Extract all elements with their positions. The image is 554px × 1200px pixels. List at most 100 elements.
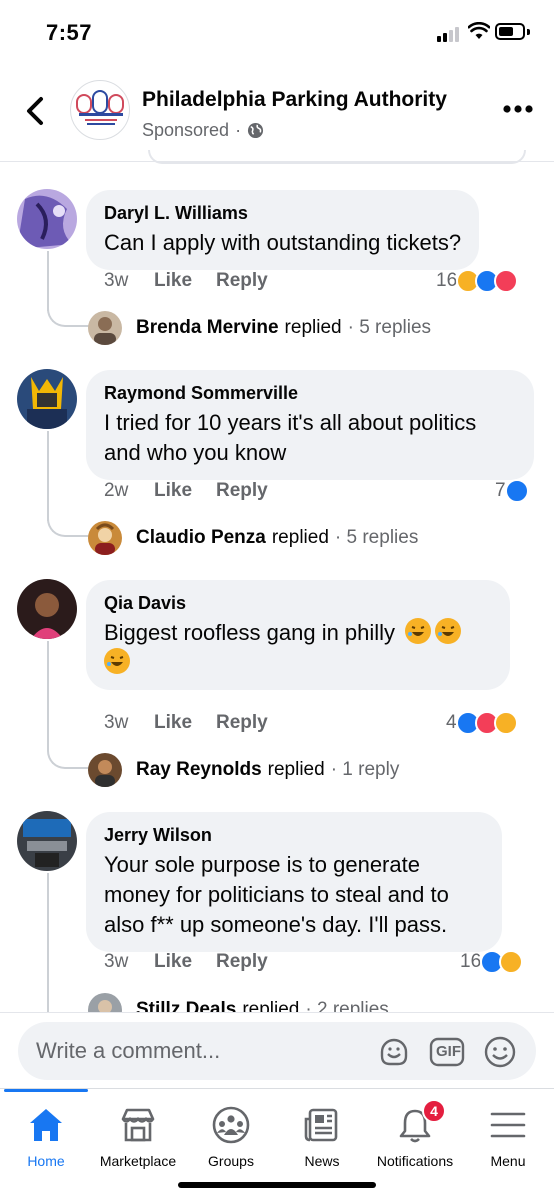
tab-news[interactable]: News [282,1089,362,1175]
comment-actions: 2w Like Reply [104,480,268,502]
page-name[interactable]: Philadelphia Parking Authority [142,88,447,112]
like-button[interactable]: Like [154,712,216,734]
menu-icon [490,1112,526,1138]
like-button[interactable]: Like [154,270,216,292]
comment-age: 3w [104,270,129,291]
tab-label: Marketplace [99,1153,177,1169]
comments-list[interactable]: Daryl L. Williams Can I apply with outst… [0,163,554,1013]
reaction-count: 7 [495,480,506,501]
home-indicator [178,1182,376,1188]
tab-label: Home [27,1153,65,1169]
comment-author[interactable]: Daryl L. Williams [104,202,461,224]
reply-preview[interactable]: Brenda Mervine replied · 5 replies [88,311,431,345]
reaction-count: 16 [436,270,458,291]
back-arrow-icon[interactable] [22,96,48,126]
ppa-logo-icon [76,90,124,125]
reply-avatar [88,993,122,1013]
comment-text: I tried for 10 years it's all about poli… [104,410,477,465]
comment-text: Biggest roofless gang in philly [104,620,396,645]
reply-button[interactable]: Reply [216,270,268,292]
reaction-summary[interactable]: 16 [436,269,519,293]
battery-icon [495,23,525,40]
comment-bubble[interactable]: Daryl L. Williams Can I apply with outst… [86,190,480,270]
reply-verb: replied [271,527,329,548]
reply-avatar [88,521,122,555]
avatar[interactable] [17,369,77,429]
marketplace-icon [121,1108,155,1142]
tab-label: Groups [208,1153,254,1169]
reply-count: · 2 replies [305,999,389,1013]
comment-composer[interactable]: GIF [18,1022,536,1080]
haha-icon [499,950,524,974]
reply-author: Claudio Penza [136,527,266,548]
separator-dot: · [235,120,242,140]
comment-author[interactable]: Qia Davis [104,592,492,614]
comment-bubble[interactable]: Jerry Wilson Your sole purpose is to gen… [86,812,502,952]
comment-text: Your sole purpose is to generate money f… [104,852,449,937]
reply-author: Ray Reynolds [136,759,262,780]
tab-menu[interactable]: Menu [468,1089,548,1175]
groups-icon [212,1106,250,1144]
tab-label: Menu [490,1153,526,1169]
comment-age: 2w [104,480,129,501]
avatar[interactable] [17,189,77,249]
wifi-icon [468,22,490,39]
tab-home[interactable]: Home [4,1089,88,1175]
sponsored-label: Sponsored · [142,120,264,141]
tab-groups[interactable]: Groups [190,1089,272,1175]
more-options-icon[interactable] [502,104,534,114]
comment-bubble[interactable]: Raymond Sommerville I tried for 10 years… [86,370,534,480]
rolling-on-floor-laughing-emoji [104,648,130,674]
avatar[interactable] [17,579,77,639]
comment-composer-bar: GIF [0,1012,554,1088]
notification-badge: 4 [422,1099,446,1123]
reaction-summary[interactable]: 4 [446,711,518,735]
emoji-icon[interactable] [482,1034,518,1070]
reply-count: · 1 reply [330,759,400,780]
like-button[interactable]: Like [154,480,216,502]
reaction-count: 16 [460,951,482,972]
reply-author: Stillz Deals [136,999,237,1013]
sticker-icon[interactable] [376,1034,412,1070]
like-button[interactable]: Like [154,951,216,973]
tab-label: News [304,1153,340,1169]
haha-icon [493,711,518,735]
comment-age: 3w [104,951,129,972]
reaction-summary[interactable]: 16 [460,950,524,974]
reply-preview[interactable]: Claudio Penza replied · 5 replies [88,521,418,555]
reply-verb: replied [284,317,342,338]
tab-marketplace[interactable]: Marketplace [92,1089,184,1175]
reaction-summary[interactable]: 7 [495,479,529,503]
reply-button[interactable]: Reply [216,480,268,502]
cellular-signal-icon [437,26,463,42]
reply-verb: replied [267,759,325,780]
avatar[interactable] [17,811,77,871]
reply-avatar [88,753,122,787]
comment-author[interactable]: Raymond Sommerville [104,382,516,404]
page-logo[interactable] [70,80,130,140]
reply-button[interactable]: Reply [216,951,268,973]
reply-button[interactable]: Reply [216,712,268,734]
love-icon [494,269,519,293]
comment-bubble[interactable]: Qia Davis Biggest roofless gang in phill… [86,580,510,690]
status-time: 7:57 [46,20,93,45]
gif-icon[interactable]: GIF [428,1034,466,1070]
reply-preview[interactable]: Ray Reynolds replied · 1 reply [88,753,399,787]
reply-author: Brenda Mervine [136,317,279,338]
globe-icon [248,122,264,139]
tab-label: Notifications [376,1153,454,1169]
tab-notifications[interactable]: 4 Notifications [368,1089,462,1175]
gif-label: GIF [436,1043,461,1060]
reply-count: · 5 replies [334,527,419,548]
comment-input[interactable] [36,1036,366,1066]
comment-author[interactable]: Jerry Wilson [104,824,484,846]
reaction-count: 4 [446,712,457,733]
comment-text: Can I apply with outstanding tickets? [104,230,462,255]
rolling-on-floor-laughing-emoji [435,618,462,644]
post-header: Philadelphia Parking Authority Sponsored… [0,66,554,162]
reply-preview[interactable]: Stillz Deals replied · 2 replies [88,993,389,1013]
comment-actions: 3w Like Reply [104,270,268,292]
comment-actions: 3w Like Reply [104,712,268,734]
rolling-on-floor-laughing-emoji [405,618,432,644]
reply-avatar [88,311,122,345]
